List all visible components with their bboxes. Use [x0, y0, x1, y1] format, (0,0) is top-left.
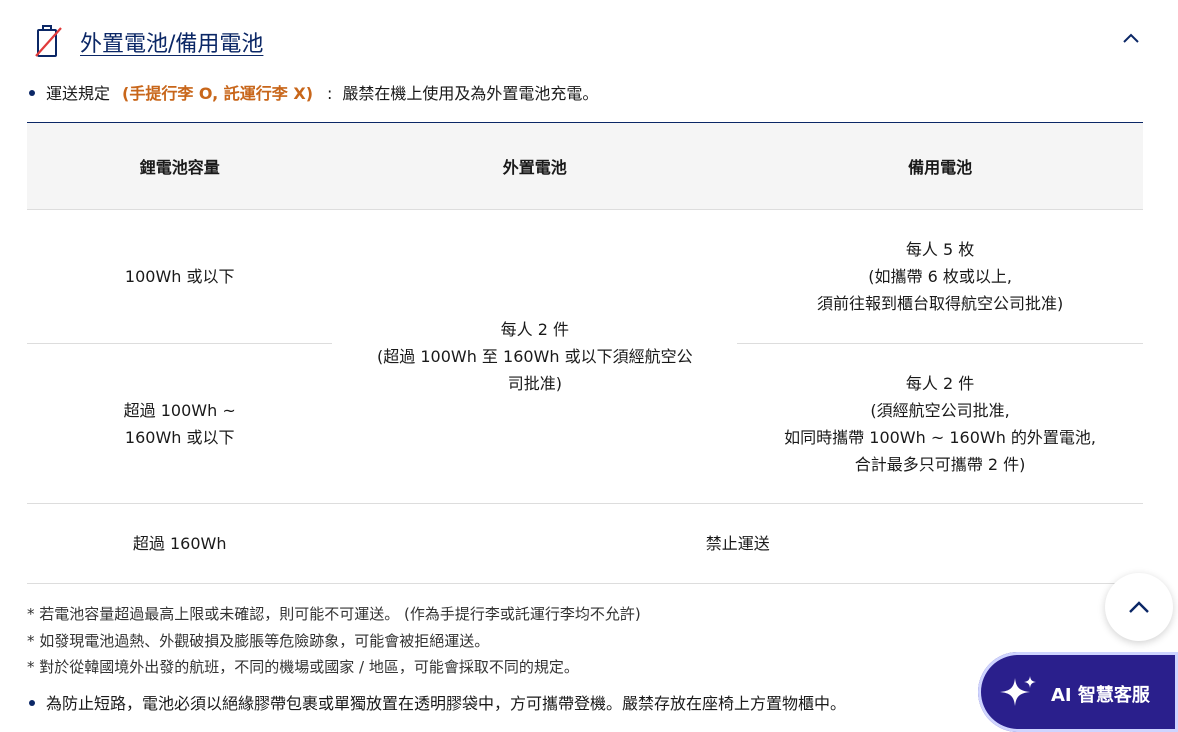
spare-line: (須經航空公司批准,: [870, 400, 1010, 420]
row3-prohibited: 禁止運送: [332, 503, 1143, 584]
chevron-up-icon: [1129, 601, 1149, 613]
capacity-line: 超過 100Wh ~: [123, 400, 236, 420]
rule-colon: :: [327, 84, 333, 103]
row2-spare: 每人 2 件 (須經航空公司批准, 如同時攜帶 100Wh ~ 160Wh 的外…: [737, 344, 1143, 504]
external-line: 司批准): [507, 374, 562, 393]
ai-assistant-label: AI 智慧客服: [1051, 685, 1150, 706]
spare-line: 如同時攜帶 100Wh ~ 160Wh 的外置電池,: [784, 427, 1097, 447]
table-header-row: 鋰電池容量 外置電池 備用電池: [27, 122, 1143, 210]
table-row: 100Wh 或以下 每人 2 件 (超過 100Wh 至 160Wh 或以下須經…: [27, 209, 1143, 393]
note-item: * 對於從韓國境外出發的航班，不同的機場或國家 / 地區，可能會採取不同的規定。: [27, 658, 579, 676]
sparkle-icon: [1000, 676, 1036, 706]
spare-line: 須前往報到櫃台取得航空公司批准): [816, 294, 1064, 313]
row1-capacity: 100Wh 或以下: [27, 209, 333, 344]
header-external: 外置電池: [332, 122, 738, 210]
bullet-icon: [29, 90, 35, 96]
rule-text: 嚴禁在機上使用及為外置電池充電。: [342, 84, 599, 103]
table-row: 超過 160Wh 禁止運送: [27, 503, 1143, 584]
ai-assistant-button[interactable]: AI 智慧客服: [978, 652, 1178, 732]
rule-highlight: (手提行李 O, 託運行李 X): [122, 84, 314, 103]
row2-capacity: 超過 100Wh ~ 160Wh 或以下: [27, 344, 332, 504]
header-spare: 備用電池: [737, 122, 1143, 210]
section-title[interactable]: 外置電池/備用電池: [80, 26, 263, 58]
note-item: * 如發現電池過熱、外觀破損及膨脹等危險跡象，可能會被拒絕運送。: [27, 631, 490, 650]
chevron-up-icon[interactable]: [1117, 24, 1145, 52]
final-rule-text: 為防止短路，電池必須以絕緣膠帶包裹或單獨放置在透明膠袋中，方可攜帶登機。嚴禁存放…: [46, 694, 847, 713]
section-header[interactable]: 外置電池/備用電池: [33, 22, 1153, 62]
note-item: * 若電池容量超過最高上限或未確認，則可能不可運送。 (作為手提行李或託運行李均…: [27, 605, 641, 623]
rule-label: 運送規定: [46, 84, 111, 103]
battery-prohibited-icon: [35, 25, 62, 57]
header-capacity: 鋰電池容量: [27, 122, 333, 210]
row1-spare: 每人 5 枚 (如攜帶 6 枚或以上, 須前往報到櫃台取得航空公司批准): [737, 209, 1143, 344]
capacity-line: 160Wh 或以下: [124, 427, 235, 447]
transport-rule: 運送規定 (手提行李 O, 託運行李 X): 嚴禁在機上使用及為外置電池充電。: [27, 80, 598, 104]
final-rule: 為防止短路，電池必須以絕緣膠帶包裹或單獨放置在透明膠袋中，方可攜帶登機。嚴禁存放…: [27, 690, 846, 714]
external-line: 每人 2 件: [500, 320, 569, 339]
external-merged-cell: 每人 2 件 (超過 100Wh 至 160Wh 或以下須經航空公 司批准): [332, 210, 737, 504]
spare-line: 每人 2 件: [905, 373, 975, 393]
notes: * 若電池容量超過最高上限或未確認，則可能不可運送。 (作為手提行李或託運行李均…: [27, 601, 641, 681]
external-line: (超過 100Wh 至 160Wh 或以下須經航空公: [377, 347, 693, 366]
battery-table: 鋰電池容量 外置電池 備用電池 100Wh 或以下 每人 2 件 (超過 100…: [27, 122, 1143, 584]
spare-line: 合計最多只可攜帶 2 件): [854, 454, 1026, 474]
spare-line: (如攜帶 6 枚或以上,: [868, 267, 1012, 286]
scroll-top-button[interactable]: [1105, 573, 1173, 641]
bullet-icon: [29, 700, 35, 706]
spare-line: 每人 5 枚: [905, 240, 975, 259]
row3-capacity: 超過 160Wh: [27, 503, 333, 584]
